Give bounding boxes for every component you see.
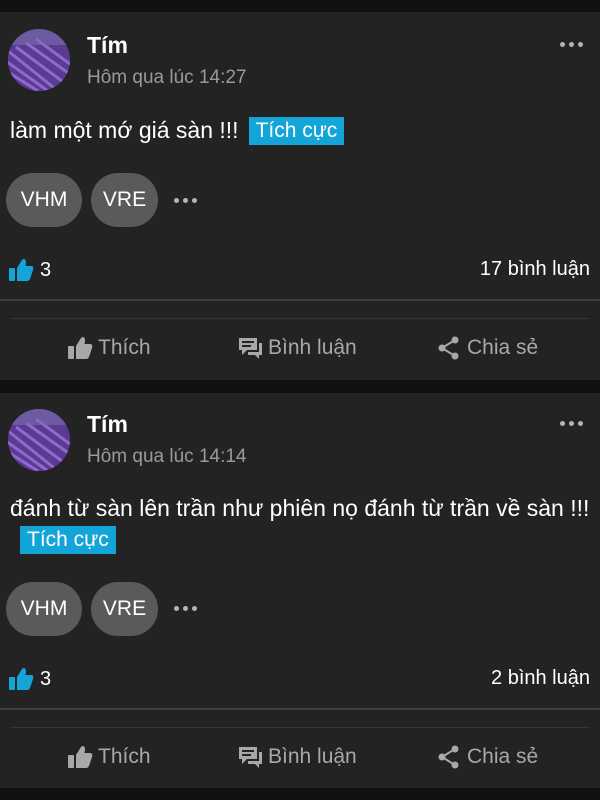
comment-icon [239, 747, 262, 768]
thumbs-up-filled-icon [9, 259, 34, 281]
avatar[interactable] [8, 29, 70, 91]
comment-icon [239, 338, 262, 359]
divider [0, 708, 600, 710]
like-button-label: Thích [98, 336, 151, 359]
more-horizontal-icon [170, 192, 200, 208]
thumbs-up-icon [68, 746, 93, 768]
like-button-label: Thích [98, 745, 151, 768]
post-options-button[interactable] [556, 415, 586, 431]
post-card: Tím Hôm qua lúc 14:14 đánh từ sàn lên tr… [0, 393, 600, 788]
divider [0, 299, 600, 301]
like-count[interactable]: 3 [8, 667, 51, 691]
more-tags-button[interactable] [170, 192, 200, 208]
thumbs-up-icon [68, 337, 93, 359]
post-text: đánh từ sàn lên trần như phiên nọ đánh t… [10, 495, 590, 521]
post-content: làm một mớ giá sàn !!! Tích cực [10, 115, 590, 146]
sentiment-badge[interactable]: Tích cực [20, 526, 116, 554]
more-horizontal-icon [170, 600, 200, 616]
comment-button[interactable]: Bình luận [237, 336, 357, 360]
stock-tag-vhm[interactable]: VHM [6, 173, 82, 227]
share-button-label: Chia sẻ [467, 336, 539, 359]
thumbs-up-filled-icon [9, 668, 34, 690]
avatar-image [8, 29, 70, 91]
comment-count[interactable]: 2 bình luận [491, 667, 590, 690]
share-button[interactable]: Chia sẻ [436, 336, 538, 360]
post-feed: Tím Hôm qua lúc 14:27 làm một mớ giá sàn… [0, 0, 600, 800]
comment-button-label: Bình luận [268, 336, 357, 359]
avatar[interactable] [8, 409, 70, 471]
divider [10, 318, 590, 319]
stock-tag-vre[interactable]: VRE [91, 173, 158, 227]
comment-button-label: Bình luận [268, 745, 357, 768]
more-horizontal-icon [556, 36, 586, 52]
post-timestamp: Hôm qua lúc 14:27 [87, 67, 247, 88]
sentiment-badge[interactable]: Tích cực [248, 117, 345, 145]
share-button-label: Chia sẻ [467, 745, 539, 768]
avatar-image [8, 409, 70, 471]
post-content: đánh từ sàn lên trần như phiên nọ đánh t… [10, 493, 590, 555]
stock-tag-vre[interactable]: VRE [91, 582, 158, 636]
author-name[interactable]: Tím [87, 411, 128, 438]
author-name[interactable]: Tím [87, 32, 128, 59]
more-tags-button[interactable] [170, 600, 200, 616]
like-button[interactable]: Thích [67, 745, 151, 769]
more-horizontal-icon [556, 415, 586, 431]
share-button[interactable]: Chia sẻ [436, 745, 538, 769]
comment-count[interactable]: 17 bình luận [480, 258, 590, 281]
like-count-text: 3 [40, 667, 52, 690]
stock-tag-vhm[interactable]: VHM [6, 582, 82, 636]
post-card: Tím Hôm qua lúc 14:27 làm một mớ giá sàn… [0, 12, 600, 380]
like-count-text: 3 [40, 258, 52, 281]
comment-button[interactable]: Bình luận [237, 745, 357, 769]
divider [10, 727, 590, 728]
like-button[interactable]: Thích [67, 336, 151, 360]
post-options-button[interactable] [556, 36, 586, 52]
post-text: làm một mớ giá sàn !!! [10, 117, 239, 143]
like-count[interactable]: 3 [8, 258, 51, 282]
share-icon [438, 336, 459, 360]
share-icon [438, 745, 459, 769]
post-timestamp: Hôm qua lúc 14:14 [87, 446, 247, 467]
